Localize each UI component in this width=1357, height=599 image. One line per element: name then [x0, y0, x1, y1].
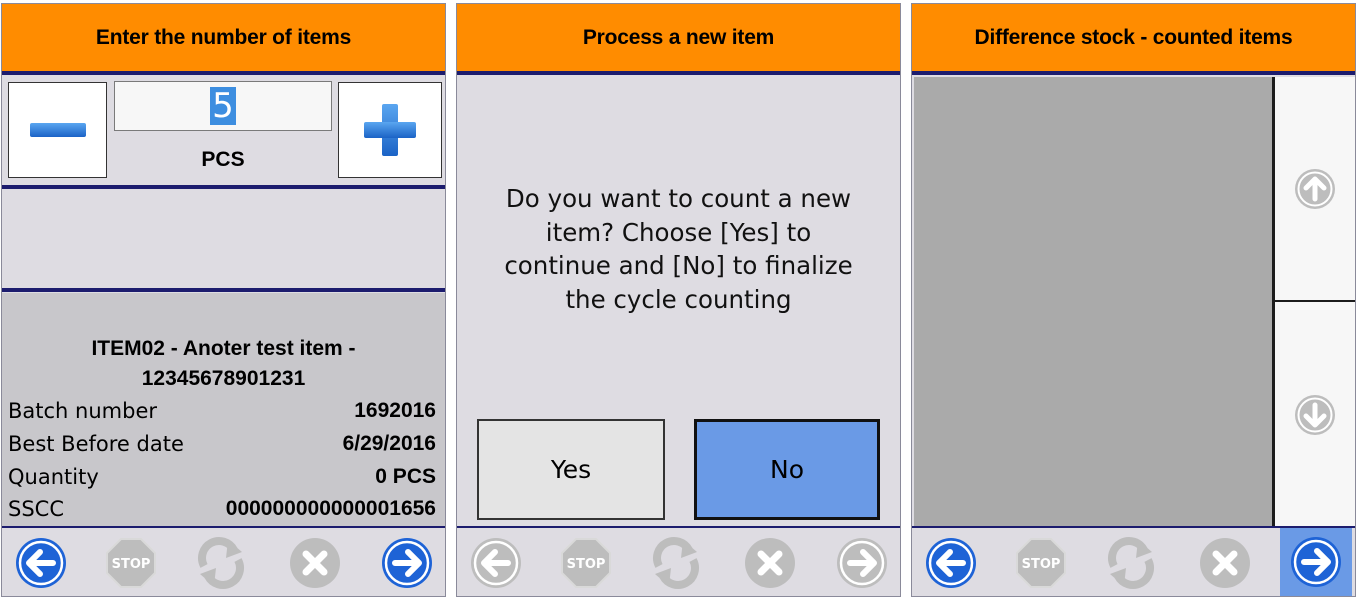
detail-value: 0 PCS: [375, 465, 436, 488]
back-button[interactable]: [12, 536, 70, 590]
refresh-icon: [198, 537, 244, 589]
stop-icon: STOP: [1016, 538, 1066, 588]
stop-icon: STOP: [106, 538, 156, 588]
refresh-button[interactable]: [1102, 536, 1160, 590]
arrow-down-icon: [1295, 394, 1335, 435]
divider: [457, 71, 900, 75]
cancel-button[interactable]: [1196, 536, 1254, 590]
next-arrow-icon: [382, 538, 432, 588]
back-arrow-icon: [926, 538, 976, 588]
back-arrow-icon: [16, 538, 66, 588]
stop-icon-text: STOP: [567, 557, 606, 572]
panel-title: Enter the number of items: [2, 4, 445, 71]
nav-footer: STOP: [2, 528, 445, 596]
divider: [2, 71, 445, 75]
detail-label: Best Before date: [8, 432, 184, 456]
quantity-value: 5: [210, 86, 236, 126]
cancel-icon: [1200, 538, 1250, 588]
detail-row-sscc: SSCC 000000000000001656: [8, 493, 436, 525]
nav-footer: STOP: [457, 528, 900, 596]
message-line: the cycle counting: [565, 284, 792, 314]
stop-icon-text: STOP: [112, 557, 151, 572]
detail-row-quantity: Quantity 0 PCS: [8, 461, 436, 493]
confirmation-message: Do you want to count a new item? Choose …: [467, 182, 890, 316]
next-arrow-icon: [837, 538, 887, 588]
refresh-button[interactable]: [192, 536, 250, 590]
arrow-up-icon: [1295, 168, 1335, 209]
item-title: ITEM02 - Anoter test item - 123456789012…: [2, 334, 445, 394]
divider: [912, 71, 1355, 75]
refresh-button[interactable]: [647, 536, 705, 590]
detail-label: SSCC: [8, 497, 64, 521]
detail-label: Batch number: [8, 399, 157, 423]
next-button[interactable]: [833, 536, 891, 590]
message-line: continue and [No] to finalize: [504, 251, 853, 280]
divider: [2, 288, 445, 292]
difference-list[interactable]: [914, 77, 1272, 527]
stop-icon: STOP: [561, 538, 611, 588]
stop-button[interactable]: STOP: [557, 536, 615, 590]
increment-button[interactable]: [338, 82, 442, 178]
cancel-button[interactable]: [286, 536, 344, 590]
scroll-down-button[interactable]: [1275, 302, 1355, 527]
stop-icon-text: STOP: [1022, 557, 1061, 572]
detail-label: Quantity: [8, 465, 99, 489]
message-line: item? Choose [Yes] to: [545, 217, 812, 247]
difference-panel: Difference stock - counted items STOP: [911, 3, 1356, 597]
divider: [2, 185, 445, 189]
scroll-up-button[interactable]: [1275, 77, 1355, 300]
detail-value: 6/29/2016: [342, 432, 436, 455]
enter-quantity-panel: Enter the number of items 5 PCS ITEM02 -…: [1, 3, 446, 597]
panel-title: Difference stock - counted items: [912, 4, 1355, 71]
quantity-input[interactable]: 5: [114, 81, 332, 131]
item-info-section: ITEM02 - Anoter test item - 123456789012…: [2, 293, 445, 526]
back-arrow-icon: [471, 538, 521, 588]
cancel-icon: [745, 538, 795, 588]
process-new-item-panel: Process a new item Do you want to count …: [456, 3, 901, 597]
no-button[interactable]: No: [694, 419, 880, 520]
panel-title: Process a new item: [457, 4, 900, 71]
stop-button[interactable]: STOP: [1012, 536, 1070, 590]
stop-button[interactable]: STOP: [102, 536, 160, 590]
plus-icon: [364, 104, 416, 156]
decrement-button[interactable]: [8, 82, 107, 178]
item-title-line1: ITEM02 - Anoter test item -: [91, 337, 356, 360]
message-line: Do you want to count a new: [505, 184, 852, 213]
detail-row-batch: Batch number 1692016: [8, 395, 436, 427]
item-title-line2: 12345678901231: [141, 367, 306, 390]
minus-icon: [29, 123, 86, 137]
refresh-icon: [653, 537, 699, 589]
next-button[interactable]: [378, 536, 436, 590]
detail-row-best-before: Best Before date 6/29/2016: [8, 428, 436, 460]
cancel-icon: [290, 538, 340, 588]
refresh-icon: [1108, 537, 1154, 589]
nav-footer: STOP: [912, 528, 1355, 596]
detail-value: 1692016: [354, 399, 436, 422]
unit-label: PCS: [201, 148, 245, 171]
next-arrow-icon: [1291, 537, 1341, 587]
cancel-button[interactable]: [741, 536, 799, 590]
back-button[interactable]: [467, 536, 525, 590]
next-button[interactable]: [1280, 528, 1352, 596]
back-button[interactable]: [922, 536, 980, 590]
detail-value: 000000000000001656: [225, 497, 436, 520]
yes-button[interactable]: Yes: [477, 419, 665, 520]
